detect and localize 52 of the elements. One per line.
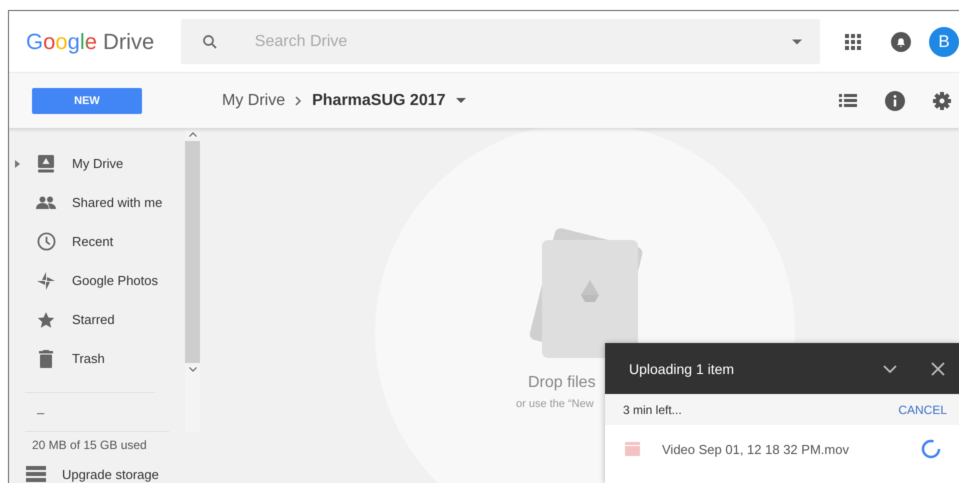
file-name: Video Sep 01, 12 18 32 PM.mov	[662, 442, 850, 456]
info-icon[interactable]	[885, 90, 905, 110]
collapse-chevron-icon[interactable]	[883, 364, 897, 372]
search-icon	[200, 32, 219, 50]
breadcrumb-item[interactable]: PharmaSUG 2017	[312, 92, 446, 110]
list-view-icon[interactable]	[839, 94, 857, 108]
drop-files-hint: or use the “New	[516, 398, 594, 410]
search-bar[interactable]: Search Drive	[180, 19, 820, 64]
drive-icon	[37, 154, 55, 172]
sidebar-item-label: Recent	[72, 234, 114, 249]
sidebar-item-label: Shared with me	[72, 195, 162, 210]
new-button[interactable]: NEW	[32, 88, 142, 114]
breadcrumb-item[interactable]: My Drive	[222, 92, 286, 110]
chevron-right-icon	[295, 96, 302, 106]
cancel-button[interactable]: CANCEL	[898, 402, 947, 416]
drop-files-title: Drop files	[528, 374, 596, 392]
sidebar-item-label: My Drive	[72, 156, 124, 171]
collapsed-item[interactable]: –	[9, 393, 185, 431]
storage-icon	[26, 466, 46, 482]
caret-icon[interactable]	[456, 98, 466, 103]
video-file-icon	[625, 442, 640, 456]
people-icon	[36, 196, 56, 209]
sidebar-item[interactable]: My Drive	[9, 144, 185, 183]
scroll-down-icon[interactable]	[188, 367, 196, 372]
sidebar-item[interactable]: Google Photos	[9, 261, 185, 300]
upload-panel-title: Uploading 1 item	[629, 360, 736, 376]
trash-icon	[39, 350, 53, 368]
settings-icon[interactable]	[933, 92, 951, 110]
sidebar-item[interactable]: Shared with me	[9, 183, 185, 222]
sidebar-item[interactable]: Trash	[9, 339, 185, 378]
notifications-icon[interactable]	[891, 32, 911, 52]
time-left-text: 3 min left...	[623, 402, 682, 416]
sidebar-item[interactable]: Recent	[9, 222, 185, 261]
caret-icon[interactable]	[792, 38, 802, 44]
scroll-up-icon[interactable]	[188, 132, 196, 137]
close-icon[interactable]	[931, 362, 945, 376]
storage-usage-text: 20 MB of 15 GB used	[31, 437, 148, 454]
apps-grid-icon[interactable]	[845, 34, 862, 50]
sidebar-item-label: Starred	[72, 312, 115, 327]
sidebar-item[interactable]: Starred	[9, 300, 185, 339]
sidebar-item-label: Trash	[72, 351, 105, 366]
expand-arrow-icon[interactable]	[14, 160, 20, 168]
loading-spinner-icon	[921, 439, 941, 459]
pinwheel-icon	[37, 272, 55, 290]
sidebar-item-label: Google Photos	[72, 273, 158, 288]
search-field[interactable]: Search Drive	[252, 32, 758, 52]
clock-icon	[36, 232, 56, 251]
user-avatar[interactable]: B	[928, 26, 959, 56]
scrollbar-thumb[interactable]	[185, 141, 200, 363]
upgrade-storage-link[interactable]: Upgrade storage	[9, 466, 200, 483]
star-icon	[37, 310, 55, 328]
google-drive-logo[interactable]: Google Drive	[26, 28, 181, 54]
